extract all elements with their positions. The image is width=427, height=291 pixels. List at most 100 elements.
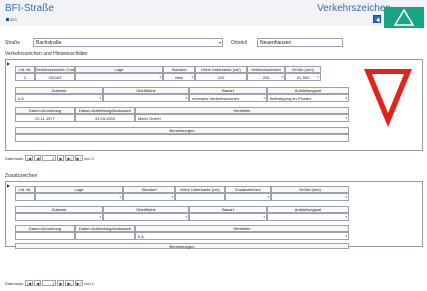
hdr-hersteller: Hersteller bbox=[135, 107, 349, 114]
val-bauart[interactable]: normales Verkehrszeichen ▾ bbox=[189, 94, 267, 102]
val-datum-anordnung[interactable]: 22.11.1977 bbox=[15, 114, 75, 122]
ex-val-datum-aufstellung[interactable] bbox=[75, 232, 135, 240]
hdr-bauart: Bauart bbox=[189, 87, 267, 94]
main-nav-total: von 2 bbox=[84, 155, 94, 161]
chevron-down-icon[interactable]: ▾ bbox=[317, 74, 319, 80]
ex-val-datum-anordnung[interactable] bbox=[15, 232, 75, 240]
ex-val-aufstellungsart[interactable]: ▾ bbox=[267, 213, 349, 221]
record-id-label: 363 bbox=[10, 17, 17, 22]
chevron-down-icon[interactable]: ▾ bbox=[99, 214, 101, 220]
warning-sign-button[interactable] bbox=[384, 7, 424, 28]
ex-val-bauart[interactable]: ▾ bbox=[189, 213, 267, 221]
val-hersteller-text: Meier GmbH bbox=[138, 116, 161, 121]
main-remarks-header: Bemerkungen bbox=[15, 127, 349, 134]
chevron-down-icon[interactable]: ▾ bbox=[263, 214, 265, 220]
chevron-down-icon[interactable]: ▾ bbox=[185, 95, 187, 101]
val-groesse[interactable]: DL 900 ▾ bbox=[285, 73, 321, 81]
ex-val-hersteller[interactable]: k.A. ▾ bbox=[135, 232, 349, 240]
hdr-lfd-nr: Lfd. Nr. bbox=[15, 66, 35, 73]
current-record-input[interactable]: 1 bbox=[42, 280, 57, 286]
val-vz-code[interactable]: 331162 bbox=[35, 73, 75, 81]
ex-val-zusatzzeichen[interactable]: ▾ bbox=[225, 193, 271, 201]
ex-hdr-zustand: Zustand bbox=[15, 206, 103, 213]
ex-hdr-hoehe: Höhe Unterkante (cm) bbox=[175, 186, 225, 193]
chevron-down-icon[interactable]: ▾ bbox=[159, 74, 161, 80]
extra-row2-headers: Zustand Oberfläche Bauart Aufstellungsar… bbox=[15, 206, 349, 213]
chevron-down-icon[interactable]: ▾ bbox=[263, 95, 265, 101]
ex-val-zustand[interactable]: ▾ bbox=[15, 213, 103, 221]
district-label: Ortsteil bbox=[231, 40, 247, 46]
chevron-down-icon[interactable]: ▾ bbox=[191, 74, 193, 80]
last-record-button[interactable]: ▶| bbox=[65, 155, 74, 161]
ex-hdr-aufstellungsart: Aufstellungsart bbox=[267, 206, 349, 213]
new-record-button[interactable]: ▶* bbox=[74, 280, 84, 286]
extra-row1-headers: Lfd. Nr. Lage Standort Höhe Unterkante (… bbox=[15, 186, 349, 193]
main-remarks-field[interactable] bbox=[15, 134, 349, 142]
warning-triangle-icon bbox=[394, 9, 414, 26]
val-aufstellungsart-text: Befestigung an Pfosten bbox=[270, 96, 312, 101]
ex-val-hersteller-text: k.A. bbox=[138, 234, 145, 239]
chevron-down-icon[interactable]: ▾ bbox=[185, 214, 187, 220]
chevron-down-icon[interactable]: ▾ bbox=[171, 194, 173, 200]
back-button[interactable] bbox=[373, 15, 381, 23]
record-selector-icon[interactable]: ▶ bbox=[7, 183, 10, 188]
ex-hdr-zusatzzeichen: Zusatzzeichen bbox=[225, 186, 271, 193]
ex-val-oberflaeche[interactable]: ▾ bbox=[103, 213, 189, 221]
last-record-button[interactable]: ▶| bbox=[65, 280, 74, 286]
new-record-button[interactable]: ▶* bbox=[74, 155, 84, 161]
extra-record-navigator: Datensatz: |◀ ◀ 1 ▶ ▶| ▶* von 1 bbox=[5, 280, 94, 286]
extra-row1-values: ▾ ▾ ▾ ▾ bbox=[15, 193, 349, 201]
val-aufstellungsart[interactable]: Befestigung an Pfosten ▾ bbox=[267, 94, 349, 102]
ex-hdr-oberflaeche: Oberfläche bbox=[103, 206, 189, 213]
chevron-down-icon[interactable]: ▾ bbox=[345, 95, 347, 101]
hdr-zustand: Zustand bbox=[15, 87, 103, 94]
chevron-down-icon[interactable]: ▾ bbox=[345, 115, 347, 121]
ex-hdr-lage: Lage bbox=[35, 186, 123, 193]
chevron-down-icon[interactable]: ▾ bbox=[267, 194, 269, 200]
val-hoehe[interactable]: 220 bbox=[195, 73, 247, 81]
ex-val-standort[interactable]: ▾ bbox=[123, 193, 175, 201]
val-standort[interactable]: links ▾ bbox=[163, 73, 195, 81]
hdr-vz-code: Verkehrszeichen Code bbox=[35, 66, 75, 73]
next-record-button[interactable]: ▶ bbox=[57, 280, 65, 286]
val-zustand-text: k.A. bbox=[18, 96, 25, 101]
extra-row3-headers: Datum Anordnung Datum Aufstellung/Austau… bbox=[15, 225, 349, 232]
chevron-down-icon[interactable]: ▾ bbox=[281, 74, 283, 80]
val-standort-text: links bbox=[174, 75, 183, 80]
ex-val-lfd-nr[interactable] bbox=[15, 193, 35, 201]
next-record-button[interactable]: ▶ bbox=[57, 155, 65, 161]
chevron-down-icon: ▾ bbox=[218, 40, 221, 45]
view-title: Verkehrszeichen bbox=[317, 3, 391, 14]
record-dot-icon bbox=[6, 18, 9, 21]
ex-val-hoehe[interactable] bbox=[175, 193, 225, 201]
record-selector-icon[interactable]: ▶ bbox=[7, 61, 10, 66]
prev-record-button[interactable]: ◀ bbox=[34, 280, 42, 286]
main-row1-headers: Lfd. Nr. Verkehrszeichen Code Lage Stand… bbox=[15, 66, 321, 73]
hdr-oberflaeche: Oberfläche bbox=[103, 87, 189, 94]
chevron-down-icon[interactable]: ▾ bbox=[345, 214, 347, 220]
val-zustand[interactable]: k.A. ▾ bbox=[15, 94, 103, 102]
first-record-button[interactable]: |◀ bbox=[25, 280, 34, 286]
chevron-down-icon[interactable]: ▾ bbox=[345, 233, 347, 239]
val-oberflaeche[interactable]: ▾ bbox=[103, 94, 189, 102]
ex-hdr-groesse: Größe (mm) bbox=[271, 186, 349, 193]
district-field[interactable]: Neuenhausen bbox=[257, 38, 343, 47]
ex-val-lage[interactable]: ▾ bbox=[35, 193, 123, 201]
extra-row3-values: k.A. ▾ bbox=[15, 232, 349, 240]
val-datum-aufstellung[interactable]: 31.03.2003 bbox=[75, 114, 135, 122]
ex-val-groesse[interactable]: ▾ bbox=[271, 193, 349, 201]
ex-hdr-datum-anordnung: Datum Anordnung bbox=[15, 225, 75, 232]
chevron-down-icon[interactable]: ▾ bbox=[119, 194, 121, 200]
chevron-down-icon[interactable]: ▾ bbox=[345, 194, 347, 200]
app-title: BFI-Straße bbox=[5, 3, 54, 14]
hdr-standort: Standort bbox=[163, 66, 195, 73]
prev-record-button[interactable]: ◀ bbox=[34, 155, 42, 161]
first-record-button[interactable]: |◀ bbox=[25, 155, 34, 161]
val-lage[interactable]: ▾ bbox=[75, 73, 163, 81]
val-verkehrszeichen[interactable]: 205 ▾ bbox=[247, 73, 285, 81]
val-hersteller[interactable]: Meier GmbH ▾ bbox=[135, 114, 349, 122]
val-lfd-nr[interactable]: 2 bbox=[15, 73, 35, 81]
street-select[interactable]: Bachstraße ▾ bbox=[33, 38, 223, 47]
chevron-down-icon[interactable]: ▾ bbox=[99, 95, 101, 101]
current-record-input[interactable]: 2 bbox=[42, 155, 57, 161]
